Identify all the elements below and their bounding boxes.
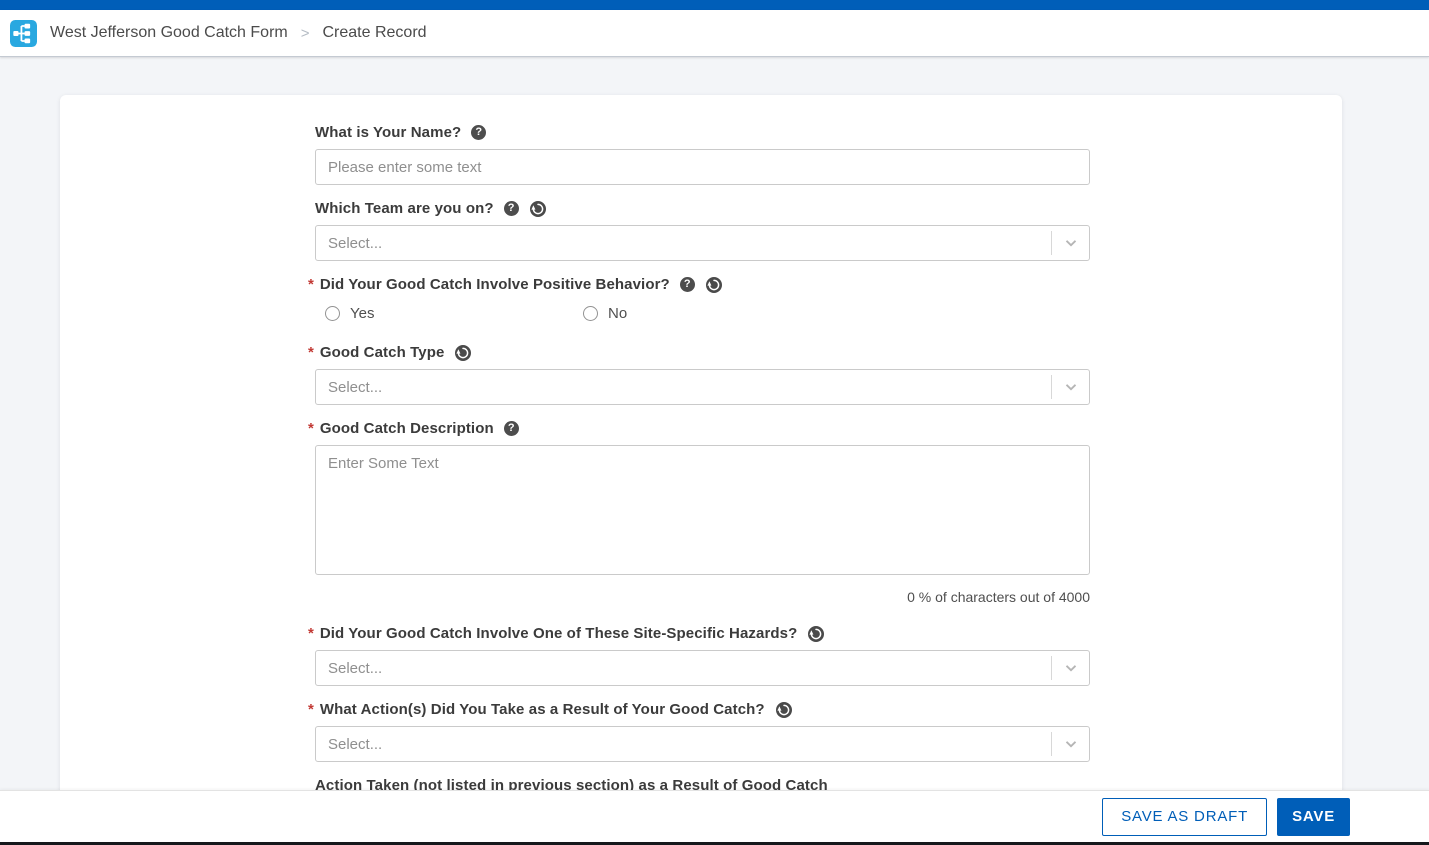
radio-circle-icon[interactable] [583, 306, 598, 321]
field-label-row: What is Your Name? ? [315, 124, 1090, 141]
select-placeholder: Select... [316, 660, 1051, 677]
radio-option-no[interactable]: No [583, 305, 627, 322]
field-label-row: * Good Catch Description ? [308, 420, 1090, 437]
field-label-row: * Good Catch Type [308, 344, 1090, 361]
save-button[interactable]: SAVE [1277, 798, 1350, 836]
breadcrumb-app-name[interactable]: West Jefferson Good Catch Form [50, 24, 288, 42]
character-counter: 0 % of characters out of 4000 [315, 589, 1090, 605]
required-marker: * [308, 701, 314, 718]
reset-field-icon[interactable] [808, 626, 824, 642]
field-good-catch-description: * Good Catch Description ? 0 % of charac… [315, 420, 1090, 605]
field-label: Did Your Good Catch Involve One of These… [320, 625, 798, 642]
hazards-select[interactable]: Select... [315, 650, 1090, 686]
description-textarea[interactable] [315, 445, 1090, 575]
required-marker: * [308, 344, 314, 361]
required-marker: * [308, 625, 314, 642]
field-label: What is Your Name? [315, 124, 461, 141]
save-as-draft-button[interactable]: SAVE AS DRAFT [1102, 798, 1267, 836]
breadcrumb-current: Create Record [323, 24, 427, 42]
chevron-down-icon[interactable] [1052, 660, 1089, 676]
select-placeholder: Select... [316, 736, 1051, 753]
field-label-row: * What Action(s) Did You Take as a Resul… [308, 701, 1090, 718]
radio-label: No [608, 305, 627, 322]
radio-group: Yes No [315, 305, 1090, 322]
chevron-down-icon[interactable] [1052, 379, 1089, 395]
name-input[interactable] [315, 149, 1090, 185]
required-marker: * [308, 276, 314, 293]
field-label-row: * Did Your Good Catch Involve One of The… [308, 625, 1090, 642]
field-label-row: Which Team are you on? ? [315, 200, 1090, 217]
actions-select[interactable]: Select... [315, 726, 1090, 762]
screen: West Jefferson Good Catch Form > Create … [0, 0, 1429, 845]
reset-field-icon[interactable] [530, 201, 546, 217]
main-content: What is Your Name? ? Which Team are you … [0, 57, 1429, 845]
field-label: What Action(s) Did You Take as a Result … [320, 701, 765, 718]
breadcrumb: West Jefferson Good Catch Form > Create … [50, 24, 427, 42]
field-positive-behavior: * Did Your Good Catch Involve Positive B… [315, 276, 1090, 322]
reset-field-icon[interactable] [455, 345, 471, 361]
help-icon[interactable]: ? [471, 125, 486, 140]
field-label: Good Catch Type [320, 344, 445, 361]
help-icon[interactable]: ? [504, 201, 519, 216]
team-select[interactable]: Select... [315, 225, 1090, 261]
select-placeholder: Select... [316, 235, 1051, 252]
chevron-down-icon[interactable] [1052, 736, 1089, 752]
field-label-row: * Did Your Good Catch Involve Positive B… [308, 276, 1090, 293]
field-good-catch-type: * Good Catch Type Select... [315, 344, 1090, 405]
chevron-down-icon[interactable] [1052, 235, 1089, 251]
form-card: What is Your Name? ? Which Team are you … [60, 95, 1342, 845]
required-marker: * [308, 420, 314, 437]
field-label: Did Your Good Catch Involve Positive Beh… [320, 276, 670, 293]
app-logo-icon[interactable] [10, 20, 37, 47]
reset-field-icon[interactable] [776, 702, 792, 718]
action-bar: SAVE AS DRAFT SAVE [0, 790, 1429, 842]
top-accent-bar [0, 0, 1429, 10]
field-label: Which Team are you on? [315, 200, 494, 217]
field-which-team: Which Team are you on? ? Select... [315, 200, 1090, 261]
reset-field-icon[interactable] [706, 277, 722, 293]
field-site-specific-hazards: * Did Your Good Catch Involve One of The… [315, 625, 1090, 686]
field-what-is-your-name: What is Your Name? ? [315, 124, 1090, 185]
good-catch-type-select[interactable]: Select... [315, 369, 1090, 405]
radio-option-yes[interactable]: Yes [325, 305, 583, 322]
field-label: Good Catch Description [320, 420, 494, 437]
app-header: West Jefferson Good Catch Form > Create … [0, 10, 1429, 57]
help-icon[interactable]: ? [504, 421, 519, 436]
form-column: What is Your Name? ? Which Team are you … [315, 124, 1090, 838]
field-actions-taken: * What Action(s) Did You Take as a Resul… [315, 701, 1090, 762]
breadcrumb-separator-icon: > [301, 25, 310, 42]
select-placeholder: Select... [316, 379, 1051, 396]
radio-label: Yes [350, 305, 374, 322]
help-icon[interactable]: ? [680, 277, 695, 292]
radio-circle-icon[interactable] [325, 306, 340, 321]
